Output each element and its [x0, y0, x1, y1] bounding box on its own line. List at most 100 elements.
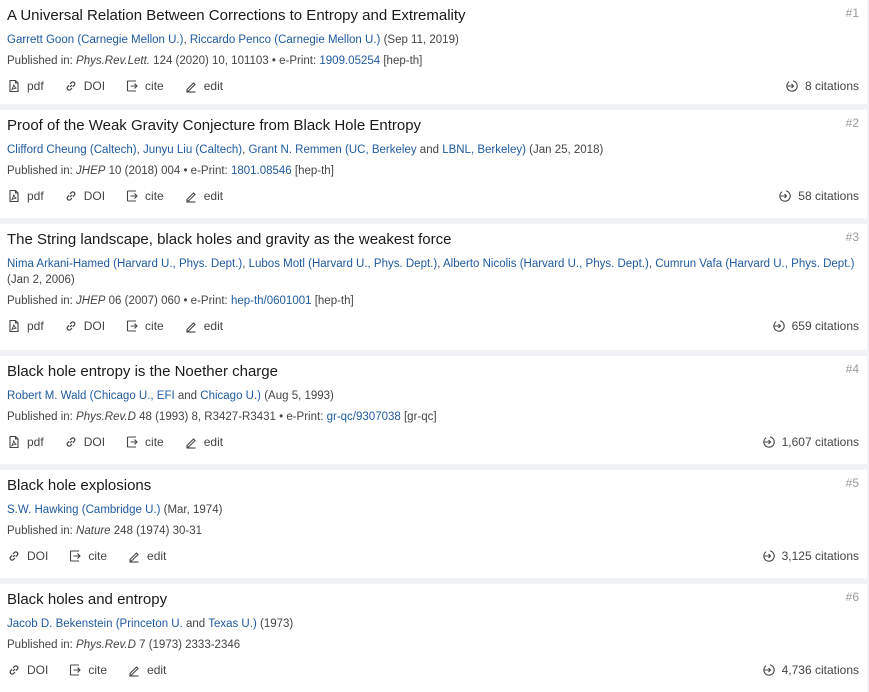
affiliation-link[interactable]: Texas U.: [208, 618, 253, 630]
affiliation-link[interactable]: Princeton U.: [120, 618, 183, 630]
author-link[interactable]: S.W. Hawking: [7, 504, 79, 516]
paper-date: (Aug 5, 1993): [264, 390, 334, 402]
affiliation-link[interactable]: Harvard U., Phys. Dept.: [524, 258, 645, 270]
journal-name: JHEP: [76, 295, 106, 307]
and-text: and: [182, 618, 209, 630]
cite-button[interactable]: cite: [68, 549, 107, 563]
affiliation-link[interactable]: UC, Berkeley: [349, 144, 417, 156]
cite-icon: [125, 435, 139, 449]
pub-prefix: Published in:: [7, 639, 77, 651]
pub-prefix: Published in:: [7, 165, 77, 177]
cite-icon: [68, 549, 82, 563]
paper-title[interactable]: Black holes and entropy: [7, 590, 859, 610]
and-text: and: [416, 144, 443, 156]
citations-icon: [762, 549, 776, 563]
journal-ref: 10 (2018) 004 • e-Print:: [105, 165, 231, 177]
doi-button[interactable]: DOI: [64, 79, 105, 93]
eprint-link[interactable]: gr-qc/9307038: [327, 411, 401, 423]
doi-button[interactable]: DOI: [64, 319, 105, 333]
paper-date: (Sep 11, 2019): [383, 34, 459, 46]
paper-title[interactable]: The String landscape, black holes and gr…: [7, 230, 859, 250]
journal-name: Nature: [76, 525, 111, 537]
author-link[interactable]: Lubos Motl: [249, 258, 305, 270]
affiliation-link[interactable]: Caltech: [94, 144, 133, 156]
citation-count: 3,125 citations: [781, 549, 859, 563]
arxiv-category: [hep-th]: [311, 295, 354, 307]
author-link[interactable]: Nima Arkani-Hamed: [7, 258, 110, 270]
doi-label: DOI: [83, 79, 106, 93]
author-list: Jacob D. Bekenstein (Princeton U. and Te…: [7, 618, 294, 630]
author-link[interactable]: Cumrun Vafa: [655, 258, 722, 270]
and-text: and: [174, 390, 201, 402]
eprint-link[interactable]: 1801.08546: [231, 165, 292, 177]
author-link[interactable]: Alberto Nicolis: [443, 258, 517, 270]
author-link[interactable]: Riccardo Penco: [190, 34, 271, 46]
citation-count: 4,736 citations: [781, 663, 859, 677]
citations-icon: [785, 79, 799, 93]
edit-button[interactable]: edit: [184, 319, 223, 333]
pub-prefix: Published in:: [7, 295, 77, 307]
author-link[interactable]: Clifford Cheung: [7, 144, 87, 156]
affiliation-link[interactable]: Cambridge U.: [86, 504, 157, 516]
doi-button[interactable]: DOI: [64, 189, 105, 203]
affiliation-link[interactable]: Harvard U., Phys. Dept.: [729, 258, 850, 270]
pdf-label: pdf: [27, 435, 44, 449]
edit-button[interactable]: edit: [184, 435, 223, 449]
pdf-button[interactable]: pdf: [7, 79, 44, 93]
pdf-button[interactable]: pdf: [7, 435, 44, 449]
edit-button[interactable]: edit: [127, 549, 166, 563]
affiliation-link[interactable]: Chicago U.: [200, 390, 257, 402]
paper-title[interactable]: A Universal Relation Between Corrections…: [7, 6, 859, 26]
paper-title[interactable]: Black hole entropy is the Noether charge: [7, 362, 859, 382]
citations-link[interactable]: 1,607 citations: [762, 435, 859, 449]
eprint-link[interactable]: hep-th/0601001: [231, 295, 312, 307]
edit-button[interactable]: edit: [127, 663, 166, 677]
affiliation-link[interactable]: Harvard U., Phys. Dept.: [117, 258, 238, 270]
paper-date: (1973): [259, 618, 294, 630]
doi-button[interactable]: DOI: [7, 663, 48, 677]
edit-label: edit: [147, 663, 167, 677]
affiliation-link[interactable]: Carnegie Mellon U.: [278, 34, 376, 46]
result-rank: #6: [845, 590, 859, 604]
link-icon: [64, 189, 78, 203]
eprint-link[interactable]: 1909.05254: [319, 55, 380, 67]
pub-prefix: Published in:: [7, 525, 77, 537]
doi-button[interactable]: DOI: [7, 549, 48, 563]
cite-button[interactable]: cite: [125, 79, 164, 93]
author-link[interactable]: Garrett Goon: [7, 34, 74, 46]
paper-title[interactable]: Proof of the Weak Gravity Conjecture fro…: [7, 116, 859, 136]
edit-button[interactable]: edit: [184, 189, 223, 203]
citations-link[interactable]: 659 citations: [772, 319, 859, 333]
pdf-button[interactable]: pdf: [7, 189, 44, 203]
action-bar: DOI cite edit 4,736 citations: [7, 657, 859, 683]
author-link[interactable]: Robert M. Wald: [7, 390, 86, 402]
link-icon: [7, 663, 21, 677]
cite-button[interactable]: cite: [125, 189, 164, 203]
affiliation-link[interactable]: Harvard U., Phys. Dept.: [312, 258, 433, 270]
paper-date: (Mar, 1974): [163, 504, 223, 516]
cite-button[interactable]: cite: [68, 663, 107, 677]
citations-link[interactable]: 4,736 citations: [762, 663, 859, 677]
citations-link[interactable]: 3,125 citations: [762, 549, 859, 563]
pdf-icon: [7, 319, 21, 333]
affiliation-link[interactable]: LBNL, Berkeley: [442, 144, 522, 156]
cite-icon: [125, 189, 139, 203]
cite-button[interactable]: cite: [125, 319, 164, 333]
pencil-icon: [184, 435, 198, 449]
cite-icon: [68, 663, 82, 677]
citations-link[interactable]: 8 citations: [785, 79, 859, 93]
journal-ref: 06 (2007) 060 • e-Print:: [105, 295, 231, 307]
affiliation-link[interactable]: Chicago U., EFI: [94, 390, 175, 402]
affiliation-link[interactable]: Carnegie Mellon U.: [81, 34, 179, 46]
pdf-button[interactable]: pdf: [7, 319, 44, 333]
affiliation-link[interactable]: Caltech: [199, 144, 238, 156]
paper-title[interactable]: Black hole explosions: [7, 476, 859, 496]
author-link[interactable]: Grant N. Remmen: [249, 144, 342, 156]
cite-button[interactable]: cite: [125, 435, 164, 449]
doi-button[interactable]: DOI: [64, 435, 105, 449]
author-link[interactable]: Junyu Liu: [143, 144, 192, 156]
citations-link[interactable]: 58 citations: [778, 189, 859, 203]
publication-info: Published in: JHEP 10 (2018) 004 • e-Pri…: [7, 163, 859, 179]
author-link[interactable]: Jacob D. Bekenstein: [7, 618, 112, 630]
edit-button[interactable]: edit: [184, 79, 223, 93]
